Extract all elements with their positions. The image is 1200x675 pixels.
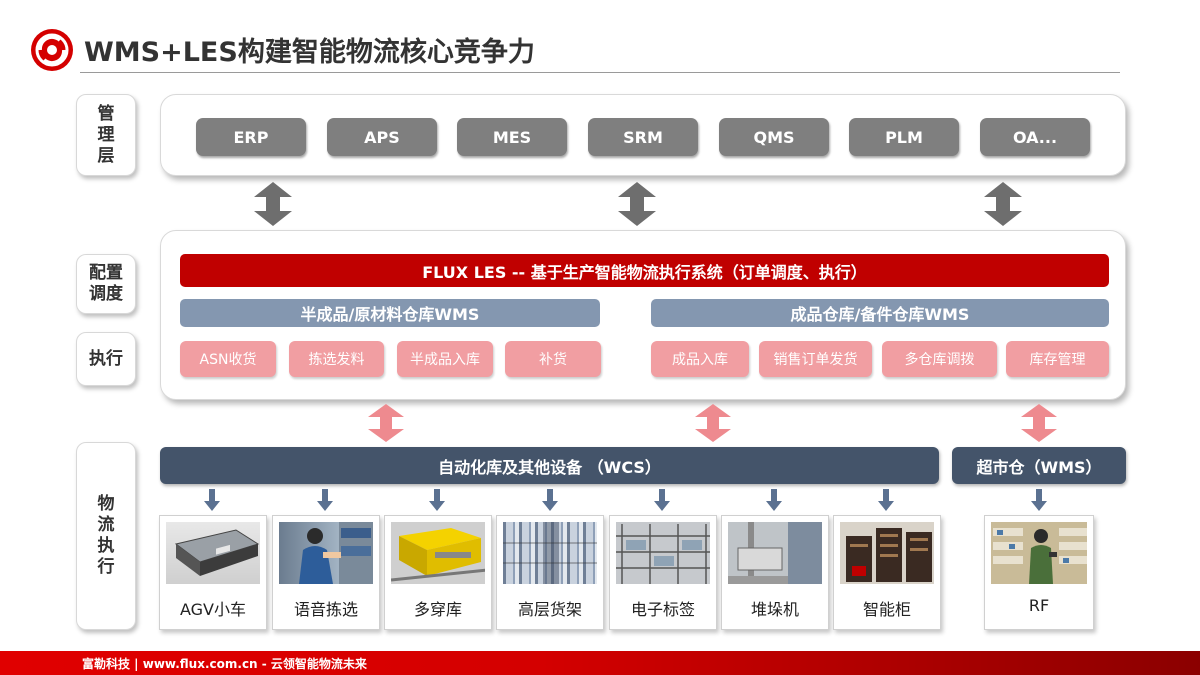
double-arrow-gray-2 (618, 182, 656, 226)
rf-image (991, 522, 1087, 584)
double-arrow-pink-3 (1021, 404, 1057, 442)
func-semi-inbound[interactable]: 半成品入库 (397, 341, 493, 377)
double-arrow-gray-3 (984, 182, 1022, 226)
func-finished-inbound[interactable]: 成品入库 (651, 341, 749, 377)
smart-cabinet-image (840, 522, 934, 584)
device-card-stacker[interactable]: 堆垛机 (721, 515, 829, 630)
high-rack-image (503, 522, 597, 584)
supermarket-bar: 超市仓（WMS） (952, 447, 1126, 484)
func-asn-receive[interactable]: ASN收货 (180, 341, 276, 377)
device-label-smart-cabinet: 智能柜 (862, 600, 911, 619)
down-arrow-2 (317, 489, 333, 511)
double-arrow-pink-1 (368, 404, 404, 442)
system-mes[interactable]: MES (457, 118, 567, 156)
device-label-stacker: 堆垛机 (750, 600, 799, 619)
func-multi-transfer[interactable]: 多仓库调拨 (882, 341, 997, 377)
double-arrow-gray-1 (254, 182, 292, 226)
layer-label-logistics: 物流执行 (76, 442, 136, 630)
shuttle-image (391, 522, 485, 584)
title-divider (80, 72, 1120, 73)
func-replenish[interactable]: 补货 (505, 341, 601, 377)
down-arrow-rf (1031, 489, 1047, 511)
device-card-e-label[interactable]: 电子标签 (609, 515, 717, 630)
agv-image (166, 522, 260, 584)
system-oa[interactable]: OA... (980, 118, 1090, 156)
down-arrow-5 (654, 489, 670, 511)
device-label-agv: AGV小车 (179, 600, 246, 619)
down-arrow-3 (429, 489, 445, 511)
wcs-bar: 自动化库及其他设备 （WCS） (160, 447, 939, 484)
system-plm[interactable]: PLM (849, 118, 959, 156)
device-card-high-rack[interactable]: 高层货架 (496, 515, 604, 630)
device-card-voice-pick[interactable]: 语音拣选 (272, 515, 380, 630)
system-qms[interactable]: QMS (719, 118, 829, 156)
wms-left-title: 半成品/原材料仓库WMS (180, 299, 600, 327)
layer-label-config: 配置调度 (76, 254, 136, 314)
company-logo (30, 28, 74, 72)
wms-right-title: 成品仓库/备件仓库WMS (651, 299, 1109, 327)
system-aps[interactable]: APS (327, 118, 437, 156)
system-erp[interactable]: ERP (196, 118, 306, 156)
device-label-high-rack: 高层货架 (517, 600, 582, 619)
device-card-agv[interactable]: AGV小车 (159, 515, 267, 630)
device-label-e-label: 电子标签 (630, 600, 695, 619)
down-arrow-7 (878, 489, 894, 511)
device-card-smart-cabinet[interactable]: 智能柜 (833, 515, 941, 630)
system-srm[interactable]: SRM (588, 118, 698, 156)
e-label-image (616, 522, 710, 584)
func-inventory-mgmt[interactable]: 库存管理 (1006, 341, 1109, 377)
footer-text: 富勒科技 | www.flux.com.cn - 云领智能物流未来 (82, 657, 367, 671)
layer-label-management: 管理层 (76, 94, 136, 176)
flux-les-bar: FLUX LES -- 基于生产智能物流执行系统（订单调度、执行） (180, 254, 1109, 287)
double-arrow-pink-2 (695, 404, 731, 442)
down-arrow-4 (542, 489, 558, 511)
device-card-rf[interactable]: RF (984, 515, 1094, 630)
stacker-image (728, 522, 822, 584)
layer-label-execute: 执行 (76, 332, 136, 386)
down-arrow-1 (204, 489, 220, 511)
voice-pick-image (279, 522, 373, 584)
device-card-shuttle[interactable]: 多穿库 (384, 515, 492, 630)
device-label-rf: RF (1028, 596, 1050, 615)
device-label-shuttle: 多穿库 (413, 600, 462, 619)
device-label-voice-pick: 语音拣选 (293, 600, 358, 619)
func-sales-ship[interactable]: 销售订单发货 (759, 341, 872, 377)
page-title: WMS+LES构建智能物流核心竞争力 (84, 37, 535, 68)
func-pick-issue[interactable]: 拣选发料 (289, 341, 384, 377)
down-arrow-6 (766, 489, 782, 511)
